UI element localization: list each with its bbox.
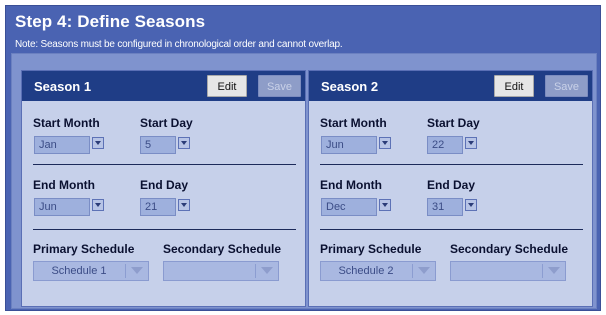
season-2-edit-button[interactable]: Edit (494, 75, 534, 97)
season-2-primary-dropdown-separator (412, 264, 413, 278)
season-1-start-month-label: Start Month (33, 116, 100, 130)
season-1-start-month-spinner-icon[interactable] (92, 137, 104, 149)
season-2-end-day-spinner-icon[interactable] (465, 199, 477, 211)
season-1-secondary-dropdown-separator (255, 264, 256, 278)
season-2-start-month-label: Start Month (320, 116, 387, 130)
season-2-start-month-spinner-icon[interactable] (379, 137, 391, 149)
season-2-divider-bottom (320, 229, 583, 230)
season-2-end-day-label: End Day (427, 178, 476, 192)
page-title: Step 4: Define Seasons (15, 12, 206, 31)
season-2-end-day-field[interactable]: 31 (427, 198, 463, 216)
season-1-end-month-spinner-icon[interactable] (92, 199, 104, 211)
season-2-end-month-spinner-icon[interactable] (379, 199, 391, 211)
season-2-primary-chevron-down-icon (418, 267, 430, 274)
season-2-secondary-schedule-dropdown[interactable] (450, 261, 566, 281)
season-2-title: Season 2 (321, 79, 379, 94)
season-1-panel: Season 1 Edit Save Start Month Start Day… (21, 70, 306, 307)
season-2-start-day-spinner-icon[interactable] (465, 137, 477, 149)
season-2-start-month-field[interactable]: Jun (321, 136, 377, 154)
season-2-secondary-dropdown-separator (542, 264, 543, 278)
season-2-end-month-field[interactable]: Dec (321, 198, 377, 216)
season-1-secondary-schedule-label: Secondary Schedule (163, 242, 282, 256)
season-1-end-day-spinner-icon[interactable] (178, 199, 190, 211)
season-2-divider-top (320, 164, 583, 165)
season-1-header: Season 1 Edit Save (22, 71, 305, 101)
season-1-start-day-field[interactable]: 5 (140, 136, 176, 154)
season-2-start-day-value: 22 (432, 139, 445, 151)
define-seasons-window: Step 4: Define Seasons Note: Seasons mus… (5, 5, 601, 311)
season-1-primary-schedule-value: Schedule 1 (51, 265, 107, 277)
season-2-start-month-value: Jun (326, 139, 344, 151)
season-2-end-month-label: End Month (320, 178, 382, 192)
season-1-start-day-label: Start Day (140, 116, 193, 130)
seasons-note: Note: Seasons must be configured in chro… (15, 39, 343, 50)
season-1-end-day-field[interactable]: 21 (140, 198, 176, 216)
season-2-end-day-value: 31 (432, 201, 445, 213)
season-1-start-month-field[interactable]: Jan (34, 136, 90, 154)
season-1-end-month-value: Jun (39, 201, 57, 213)
season-2-start-day-label: Start Day (427, 116, 480, 130)
seasons-container: Season 1 Edit Save Start Month Start Day… (11, 53, 597, 309)
season-1-primary-dropdown-separator (125, 264, 126, 278)
season-1-primary-schedule-dropdown[interactable]: Schedule 1 (33, 261, 149, 281)
season-1-start-day-spinner-icon[interactable] (178, 137, 190, 149)
season-2-secondary-schedule-label: Secondary Schedule (450, 242, 569, 256)
season-2-primary-schedule-label: Primary Schedule (320, 242, 422, 256)
season-1-divider-top (33, 164, 296, 165)
season-2-header: Season 2 Edit Save (309, 71, 592, 101)
season-1-save-button[interactable]: Save (258, 75, 301, 97)
season-1-edit-button[interactable]: Edit (207, 75, 247, 97)
season-1-primary-schedule-label: Primary Schedule (33, 242, 135, 256)
season-1-end-month-field[interactable]: Jun (34, 198, 90, 216)
season-1-title: Season 1 (34, 79, 92, 94)
season-1-divider-bottom (33, 229, 296, 230)
season-1-secondary-chevron-down-icon (261, 267, 273, 274)
season-1-primary-chevron-down-icon (131, 267, 143, 274)
season-2-end-month-value: Dec (326, 201, 346, 213)
season-2-panel: Season 2 Edit Save Start Month Start Day… (308, 70, 593, 307)
season-1-secondary-schedule-dropdown[interactable] (163, 261, 279, 281)
season-2-save-button[interactable]: Save (545, 75, 588, 97)
season-1-start-month-value: Jan (39, 139, 57, 151)
season-1-end-day-value: 21 (145, 201, 158, 213)
season-2-primary-schedule-value: Schedule 2 (338, 265, 394, 277)
season-2-start-day-field[interactable]: 22 (427, 136, 463, 154)
season-1-end-month-label: End Month (33, 178, 95, 192)
season-2-secondary-chevron-down-icon (548, 267, 560, 274)
season-2-primary-schedule-dropdown[interactable]: Schedule 2 (320, 261, 436, 281)
season-1-start-day-value: 5 (145, 139, 152, 151)
season-1-end-day-label: End Day (140, 178, 189, 192)
